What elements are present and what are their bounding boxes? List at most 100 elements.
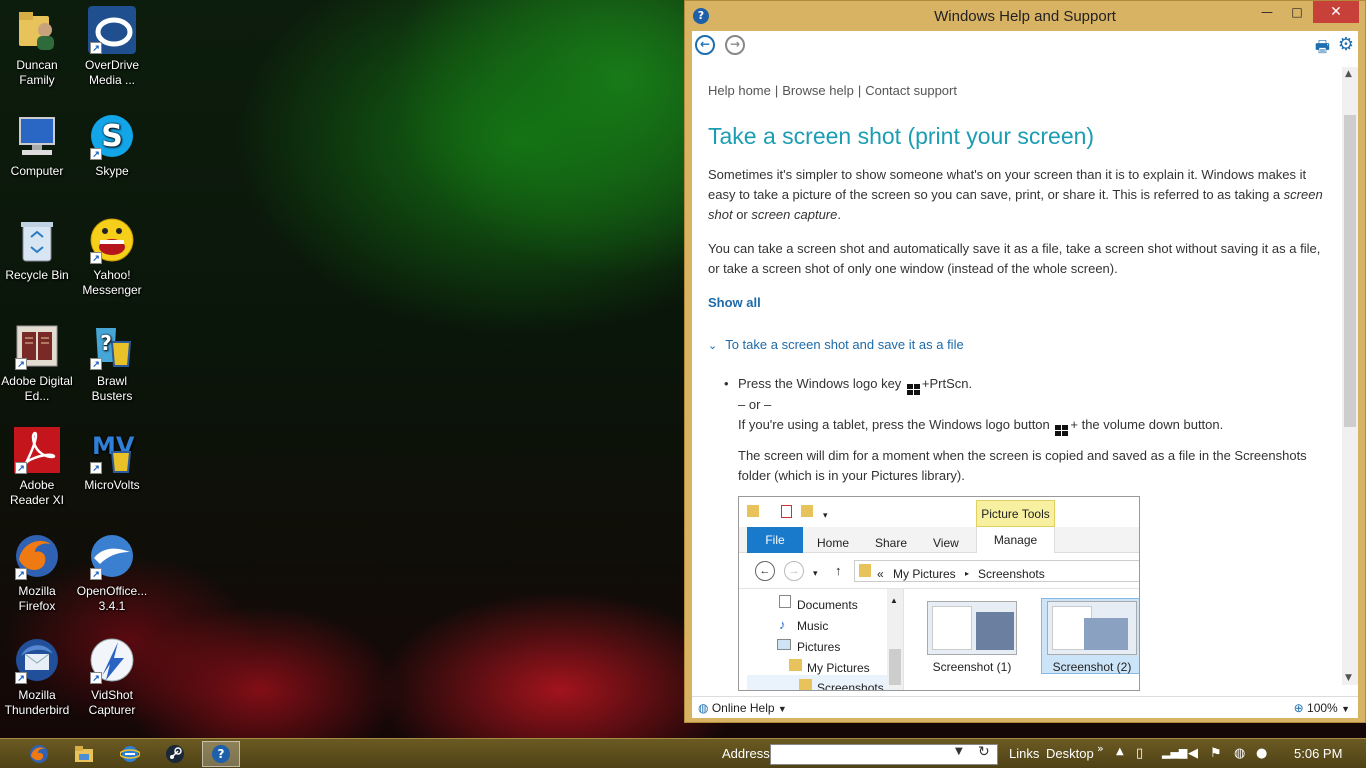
- properties-icon: [781, 505, 792, 518]
- taskbar-internet-explorer-icon[interactable]: [111, 741, 149, 767]
- thumbnail-label: Screenshot (2): [1052, 660, 1132, 674]
- desktop-icon-adobe-digital-editions[interactable]: ↗ Adobe Digital Ed...: [0, 322, 74, 404]
- show-all-link[interactable]: Show all: [708, 293, 1332, 313]
- new-folder-icon: [801, 505, 813, 517]
- tray-globe-icon[interactable]: ◍: [1234, 746, 1245, 761]
- desktop-icon-thunderbird[interactable]: ↗ Mozilla Thunderbird: [0, 636, 74, 718]
- taskbar-firefox-icon[interactable]: [20, 741, 58, 767]
- desktop-icon-vidshot[interactable]: ↗ VidShot Capturer: [75, 636, 149, 718]
- zoom-button[interactable]: ⊕ 100% ▼: [1294, 701, 1350, 715]
- desktop-icon-computer[interactable]: Computer: [0, 112, 74, 179]
- vertical-scrollbar[interactable]: ▲ ▼: [1342, 67, 1358, 685]
- thumbnail-image: [927, 601, 1017, 655]
- windows-logo-icon: [906, 384, 920, 395]
- desktop-toolbar[interactable]: Desktop: [1046, 746, 1094, 761]
- tray-steam-icon[interactable]: ●: [1256, 746, 1267, 761]
- tray-volume-icon[interactable]: ◀: [1188, 746, 1198, 761]
- tray-network-icon[interactable]: ▂▄▆: [1162, 746, 1187, 759]
- vidshot-icon: ↗: [88, 636, 136, 684]
- desktop-icon-duncan-family[interactable]: Duncan Family: [0, 6, 74, 88]
- scroll-up-arrow-icon[interactable]: ▲: [1345, 69, 1352, 79]
- desktop-icon-label: OpenOffice... 3.4.1: [76, 584, 148, 613]
- help-article: Help home | Browse help | Contact support Ta…: [708, 81, 1332, 691]
- address-input[interactable]: [770, 744, 998, 765]
- online-help-button[interactable]: ◍ Online Help ▼: [698, 701, 787, 715]
- path-segment: Screenshots: [978, 567, 1045, 581]
- scroll-up-arrow-icon: ▲: [890, 596, 898, 605]
- desktop-icon-openoffice[interactable]: ↗ OpenOffice... 3.4.1: [75, 532, 149, 614]
- desktop-icon-label: Recycle Bin: [5, 268, 69, 282]
- recycle-bin-icon: [13, 216, 61, 264]
- back-button[interactable]: ←: [695, 35, 715, 55]
- close-button[interactable]: ✕: [1313, 1, 1359, 23]
- explorer-screenshot-image: ▾ Picture Tools File Home Share View Man…: [738, 496, 1140, 691]
- thumbnail-label: Screenshot (1): [932, 660, 1012, 674]
- help-content-pane: ← → 🖶 ⚙ ▲ ▼ Help home | Browse help | Contac…: [692, 31, 1358, 718]
- folder-icon: [799, 679, 812, 690]
- desktop-icon-skype[interactable]: S ↗ Skype: [75, 112, 149, 179]
- link-browse-help[interactable]: Browse help: [782, 83, 854, 98]
- skype-icon: S ↗: [88, 112, 136, 160]
- forward-arrow-icon: →: [784, 561, 804, 581]
- forward-button[interactable]: →: [725, 35, 745, 55]
- svg-text:?: ?: [100, 331, 112, 355]
- desktop-icon-firefox[interactable]: ↗ Mozilla Firefox: [0, 532, 74, 614]
- desktop-icon-overdrive[interactable]: ↗ OverDrive Media ...: [75, 6, 149, 88]
- taskbar-help-icon[interactable]: ?: [202, 741, 240, 767]
- gear-icon[interactable]: ⚙: [1338, 34, 1354, 55]
- steps-list: • Press the Windows logo key +PrtScn. – …: [724, 374, 1332, 691]
- up-arrow-icon: ↑: [835, 563, 842, 578]
- bullet: •: [724, 376, 729, 391]
- desktop-icon-label: Duncan Family: [16, 58, 58, 87]
- folder-icon: [747, 505, 759, 517]
- step-or: – or –: [738, 397, 772, 412]
- link-help-home[interactable]: Help home: [708, 83, 771, 98]
- title-bar[interactable]: ? Windows Help and Support — □ ✕: [685, 1, 1365, 31]
- minimize-button[interactable]: —: [1253, 1, 1281, 23]
- links-toolbar[interactable]: Links: [1009, 746, 1039, 761]
- help-window: ? Windows Help and Support — □ ✕ ← → 🖶 ⚙…: [684, 0, 1366, 723]
- path-segment: My Pictures: [893, 567, 956, 581]
- taskbar-steam-icon[interactable]: [156, 741, 194, 767]
- maximize-button[interactable]: □: [1283, 1, 1311, 23]
- desktop-icon-adobe-reader[interactable]: ↗ Adobe Reader XI: [0, 426, 74, 508]
- options-paragraph: You can take a screen shot and automatic…: [708, 241, 1321, 276]
- openoffice-icon: ↗: [88, 532, 136, 580]
- thumbnail-image: [1047, 601, 1137, 655]
- brawl-busters-icon: ? ↗: [88, 322, 136, 370]
- print-icon[interactable]: 🖶: [1315, 36, 1330, 63]
- help-footer: ◍ Online Help ▼ ⊕ 100% ▼: [692, 696, 1358, 718]
- tray-battery-icon[interactable]: ▯: [1136, 746, 1143, 761]
- desktop-icon-brawl-busters[interactable]: ? ↗ Brawl Busters: [75, 322, 149, 404]
- section-toggle[interactable]: ⌄ To take a screen shot and save it as a …: [708, 335, 1332, 356]
- desktop-icon-label: Mozilla Thunderbird: [4, 688, 70, 717]
- tab-view: View: [933, 536, 959, 550]
- windows-logo-icon: [1055, 425, 1069, 436]
- yahoo-messenger-icon: ↗: [88, 216, 136, 264]
- chevron-down-icon[interactable]: ▼: [955, 746, 963, 757]
- toolbar-more-chevron[interactable]: »: [1097, 742, 1104, 755]
- desktop-icon-label: Skype: [95, 164, 129, 178]
- thunderbird-icon: ↗: [13, 636, 61, 684]
- scroll-thumb[interactable]: [1344, 115, 1356, 427]
- overdrive-icon: ↗: [88, 6, 136, 54]
- link-contact-support[interactable]: Contact support: [865, 83, 957, 98]
- documents-icon: [779, 595, 791, 608]
- clock[interactable]: 5:06 PM: [1294, 746, 1342, 761]
- chevron-down-icon: ▾: [823, 510, 828, 520]
- chevron-down-icon: ⌄: [708, 340, 718, 352]
- desktop-icon-yahoo-messenger[interactable]: ↗ Yahoo! Messenger: [75, 216, 149, 298]
- chevron-right-icon: ▸: [965, 569, 970, 578]
- svg-text:S: S: [101, 119, 123, 154]
- desktop-icon-recycle-bin[interactable]: Recycle Bin: [0, 216, 74, 283]
- address-toolbar-label: Address: [722, 746, 770, 761]
- desktop-icon-microvolts[interactable]: MV ↗ MicroVolts: [75, 426, 149, 493]
- help-toolbar: ← → 🖶 ⚙: [692, 31, 1358, 59]
- tray-up-arrow-icon[interactable]: ▲: [1116, 746, 1124, 757]
- desktop-icon-label: Adobe Digital Ed...: [1, 374, 73, 403]
- taskbar-file-explorer-icon[interactable]: [65, 741, 103, 767]
- scroll-down-arrow-icon[interactable]: ▼: [1345, 673, 1352, 683]
- tray-action-center-icon[interactable]: ⚑: [1210, 746, 1222, 761]
- refresh-icon[interactable]: ↻: [978, 744, 990, 760]
- path-prefix: «: [877, 567, 884, 581]
